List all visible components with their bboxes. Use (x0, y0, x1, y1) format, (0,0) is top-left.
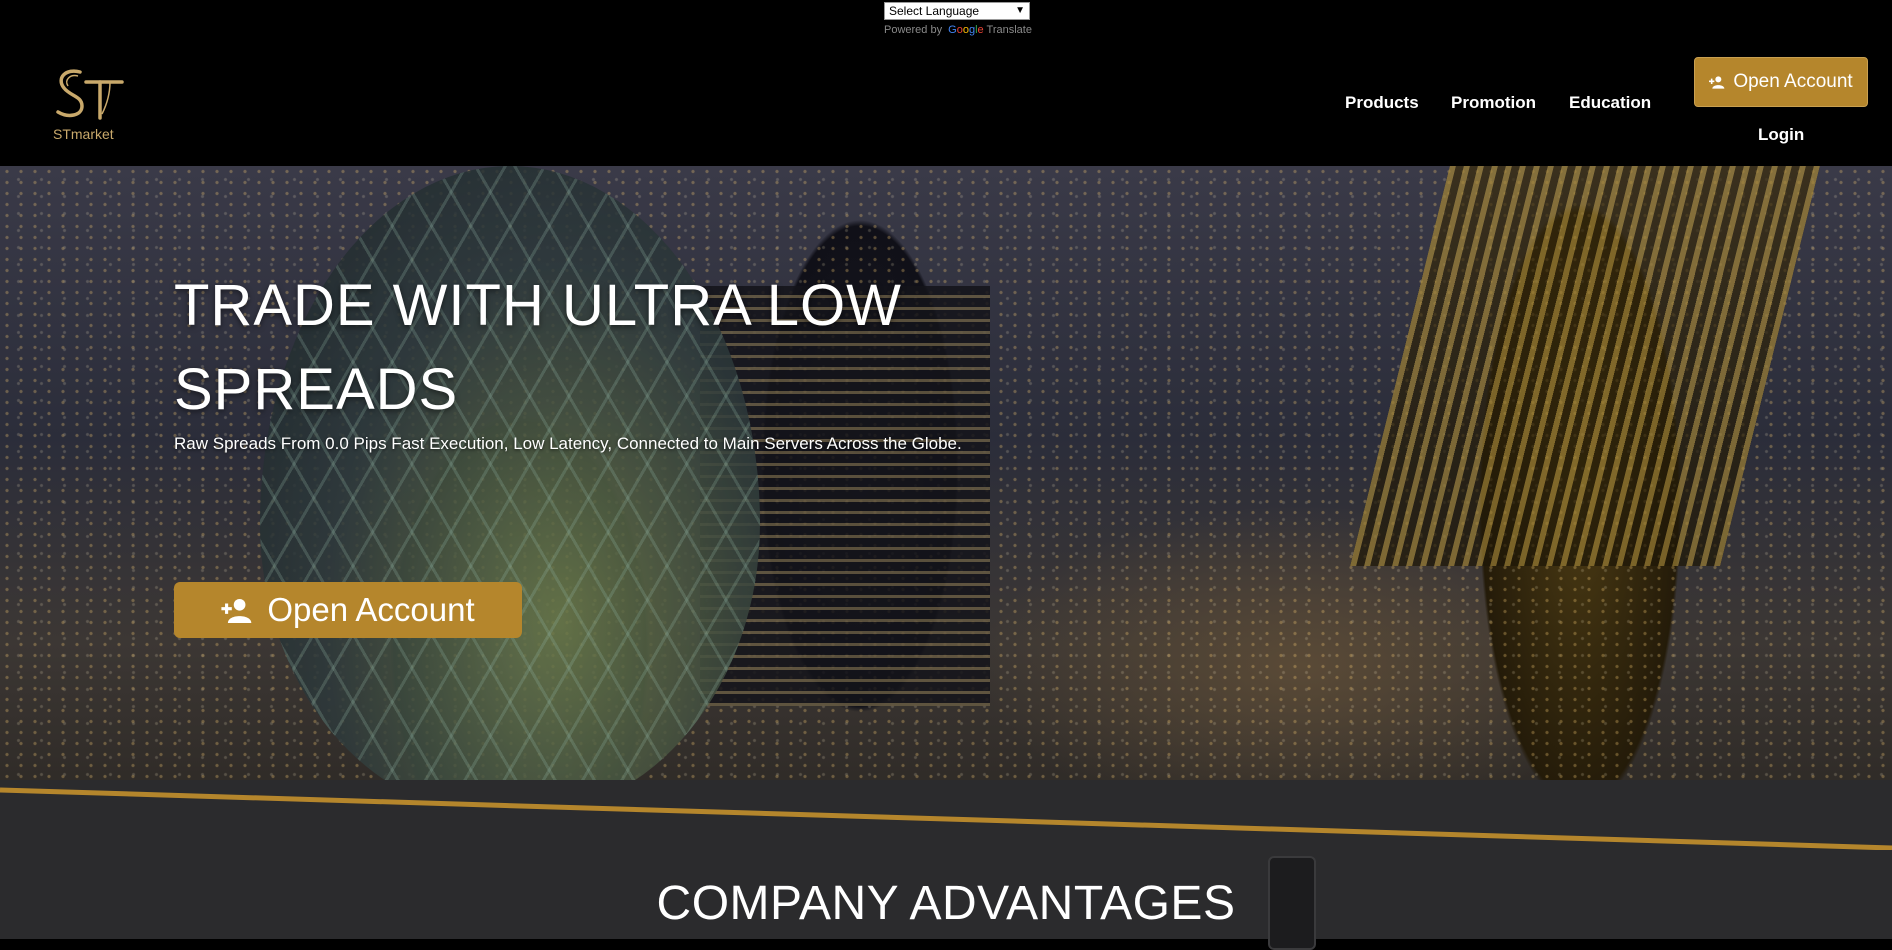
nav-products[interactable]: Products (1345, 93, 1419, 113)
language-select-label: Select Language (889, 4, 980, 18)
google-letter: G (948, 24, 957, 36)
login-link[interactable]: Login (1758, 125, 1804, 145)
hero-banner: TRADE WITH ULTRA LOW SPREADS Raw Spreads… (0, 166, 1892, 846)
hero-open-account-label: Open Account (267, 591, 475, 628)
brand-name[interactable]: STmarket (53, 126, 114, 142)
site-header: Select Language ▼ Powered by Google Tran… (0, 0, 1892, 166)
translate-link[interactable]: Translate (987, 24, 1032, 36)
open-account-label: Open Account (1733, 71, 1853, 92)
section-title: COMPANY ADVANTAGES (656, 877, 1236, 930)
google-translate-widget: Select Language ▼ Powered by Google Tran… (884, 2, 1032, 36)
hero-title-line-1: TRADE WITH ULTRA LOW (174, 273, 902, 338)
powered-by-label: Powered by (884, 24, 943, 36)
hero-title-line-2: SPREADS (174, 357, 459, 422)
nav-promotion[interactable]: Promotion (1451, 93, 1536, 113)
powered-by-google: Powered by Google Translate (884, 24, 1032, 36)
hero-open-account-button[interactable]: Open Account (174, 582, 522, 638)
dropdown-arrow-icon: ▼ (1015, 5, 1025, 16)
google-logo[interactable]: Google (948, 24, 986, 36)
nav-education[interactable]: Education (1569, 93, 1651, 113)
google-letter: e (977, 24, 984, 36)
open-account-button[interactable]: Open Account (1694, 57, 1868, 107)
hero-title: TRADE WITH ULTRA LOW SPREADS (174, 264, 1054, 432)
add-user-icon (1709, 76, 1725, 89)
add-user-icon (221, 598, 252, 623)
language-select[interactable]: Select Language ▼ (884, 2, 1030, 20)
section-divider (0, 787, 1892, 850)
hero-subtitle: Raw Spreads From 0.0 Pips Fast Execution… (174, 434, 962, 453)
